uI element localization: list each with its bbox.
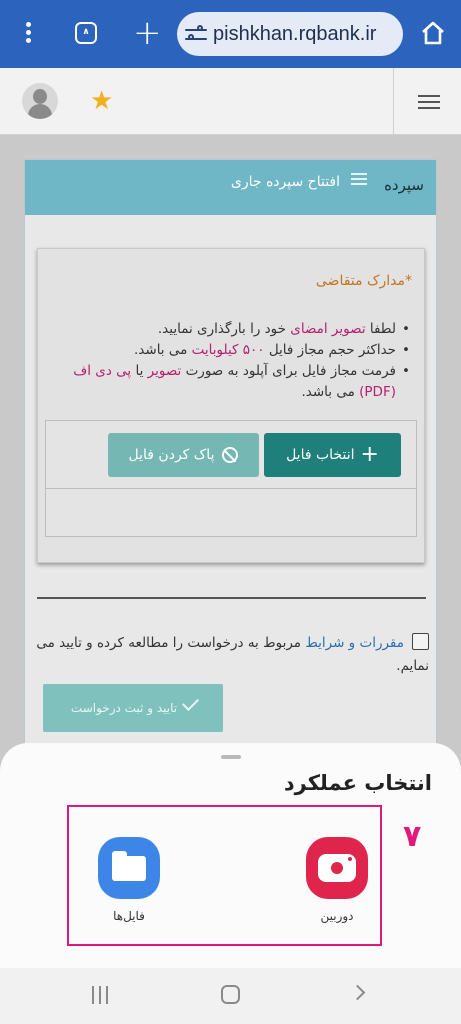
home-icon[interactable]: [420, 20, 446, 46]
tabs-icon[interactable]: ∧: [75, 22, 97, 44]
more-vert-icon[interactable]: [18, 20, 38, 48]
choose-file-button[interactable]: +انتخاب فایل: [264, 433, 401, 477]
list-item: حداکثر حجم مجاز فایل ۵۰۰ کیلوبایت می باش…: [52, 340, 412, 361]
upload-box: +انتخاب فایل پاک کردن فایل: [45, 420, 417, 537]
star-icon[interactable]: ★: [90, 86, 113, 116]
back-icon[interactable]: [349, 984, 366, 1001]
new-tab-icon[interactable]: +: [133, 13, 162, 53]
home-button-icon[interactable]: [221, 985, 240, 1004]
submit-request-button[interactable]: تایید و ثبت درخواست: [43, 684, 223, 732]
list-icon: [351, 173, 367, 185]
divider: [37, 597, 426, 599]
recent-apps-icon[interactable]: [92, 986, 110, 1004]
documents-instructions: لطفا تصویر امضای خود را بارگذاری نمایید.…: [52, 319, 412, 403]
url-text: pishkhan.rqbank.ir: [213, 23, 377, 45]
step-number: ۷: [403, 819, 422, 854]
terms-agreement: مقررات و شرایط مربوط به درخواست را مطالع…: [36, 633, 429, 674]
action-chooser-sheet: انتخاب عملکرد دوربین فایل‌ها: [0, 743, 461, 968]
deposit-panel: سپرده افتتاح سپرده جاری *مدارک متقاضی لط…: [24, 159, 437, 749]
folder-icon: [98, 837, 160, 899]
hamburger-icon[interactable]: [393, 68, 461, 135]
list-item: فرمت مجاز فایل برای آپلود به صورت تصویر …: [52, 361, 412, 403]
terms-checkbox[interactable]: [412, 633, 429, 650]
avatar[interactable]: [22, 83, 58, 119]
address-bar[interactable]: pishkhan.rqbank.ir: [177, 12, 403, 56]
camera-icon: [306, 837, 368, 899]
panel-header: سپرده افتتاح سپرده جاری: [25, 160, 436, 215]
camera-app[interactable]: دوربین: [297, 837, 377, 923]
browser-toolbar: ∧ + pishkhan.rqbank.ir: [0, 0, 461, 68]
divider: [46, 488, 416, 489]
terms-link[interactable]: مقررات و شرایط: [305, 635, 404, 651]
system-navigation-bar: [0, 968, 461, 1024]
app-options-highlight: دوربین فایل‌ها: [67, 805, 382, 946]
site-header: ★: [0, 68, 461, 135]
files-label: فایل‌ها: [113, 909, 145, 923]
sheet-handle[interactable]: [221, 755, 241, 759]
documents-card: *مدارک متقاضی لطفا تصویر امضای خود را با…: [37, 248, 425, 563]
plus-icon: +: [360, 442, 379, 467]
files-app[interactable]: فایل‌ها: [89, 837, 169, 923]
documents-title: *مدارک متقاضی: [315, 273, 412, 289]
panel-subtitle: افتتاح سپرده جاری: [230, 174, 340, 190]
check-icon: [182, 694, 200, 711]
clear-file-button[interactable]: پاک کردن فایل: [108, 433, 259, 477]
panel-title: سپرده: [384, 176, 424, 194]
ban-icon: [222, 447, 239, 463]
camera-label: دوربین: [320, 909, 354, 923]
sheet-title: انتخاب عملکرد: [283, 771, 432, 795]
list-item: لطفا تصویر امضای خود را بارگذاری نمایید.: [52, 319, 412, 340]
site-settings-icon[interactable]: [185, 24, 207, 44]
